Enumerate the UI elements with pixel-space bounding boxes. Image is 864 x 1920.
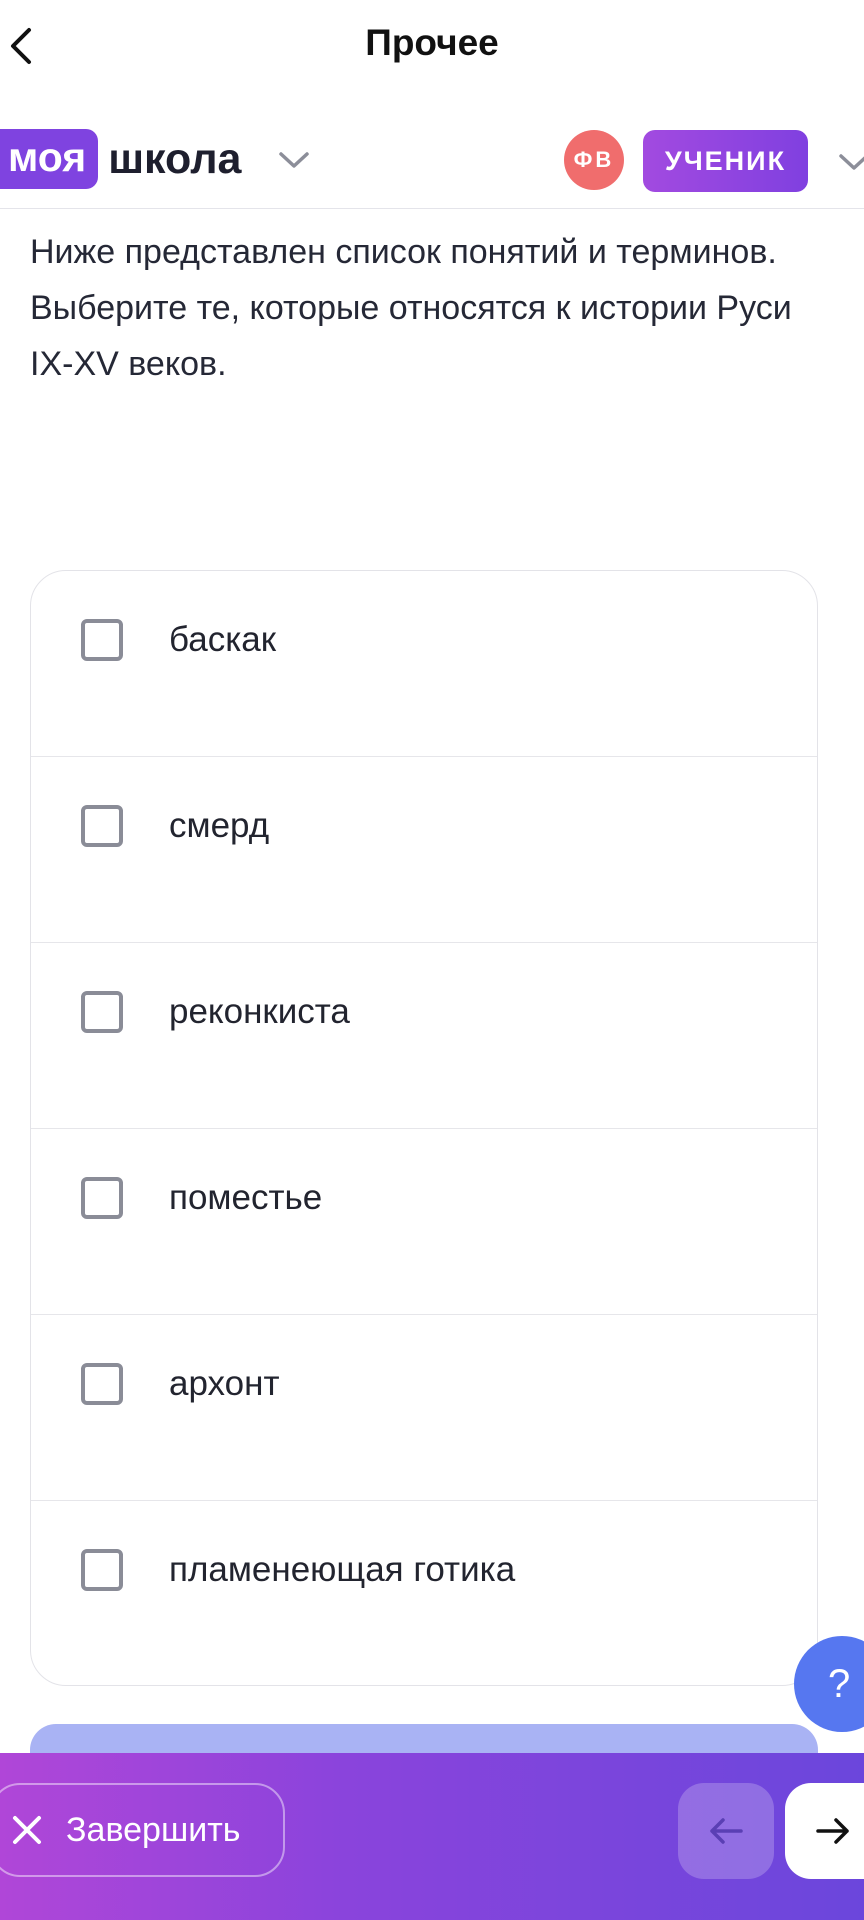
navbar: Прочее [0,0,864,95]
option-label: баскак [169,620,277,659]
close-icon [10,1813,44,1847]
option-label: смерд [169,806,270,845]
checkbox[interactable] [81,619,123,661]
option-item[interactable]: смерд [31,757,817,943]
checkbox[interactable] [81,1549,123,1591]
checkbox[interactable] [81,1363,123,1405]
options-card: баскак смерд реконкиста поместье архонт … [30,570,818,1686]
avatar[interactable]: ФВ [564,130,624,190]
option-label: пламенеющая готика [169,1550,516,1589]
arrow-left-icon [710,1818,743,1844]
finish-label: Завершить [66,1810,241,1849]
chevron-down-icon[interactable] [838,152,864,172]
logo-moya: моя [0,129,99,189]
previous-button[interactable] [678,1783,774,1879]
option-item[interactable]: реконкиста [31,943,817,1129]
next-button[interactable] [785,1783,864,1879]
logo-shkola: школа [108,135,242,183]
option-item[interactable]: пламенеющая готика [31,1501,817,1685]
role-badge[interactable]: УЧЕНИК [643,130,808,192]
finish-button[interactable]: Завершить [0,1783,285,1877]
page: Прочее моя школа ФВ УЧЕНИК Ниже представ… [0,0,864,1920]
question-text: Ниже представлен список понятий и термин… [30,233,792,383]
checkbox[interactable] [81,1177,123,1219]
page-title: Прочее [365,22,499,63]
option-label: архонт [169,1364,280,1403]
chevron-down-icon[interactable] [278,150,310,170]
option-item[interactable]: баскак [31,571,817,757]
option-item[interactable]: поместье [31,1129,817,1315]
arrow-right-icon [816,1818,849,1844]
question-mark-icon: ? [828,1661,851,1706]
option-label: реконкиста [169,992,350,1031]
option-label: поместье [169,1178,323,1217]
checkbox[interactable] [81,805,123,847]
app-header: моя школа ФВ УЧЕНИК [0,112,864,209]
bottom-bar: Завершить [0,1753,864,1920]
logo[interactable]: моя школа [0,129,241,189]
checkbox[interactable] [81,991,123,1033]
option-item[interactable]: архонт [31,1315,817,1501]
